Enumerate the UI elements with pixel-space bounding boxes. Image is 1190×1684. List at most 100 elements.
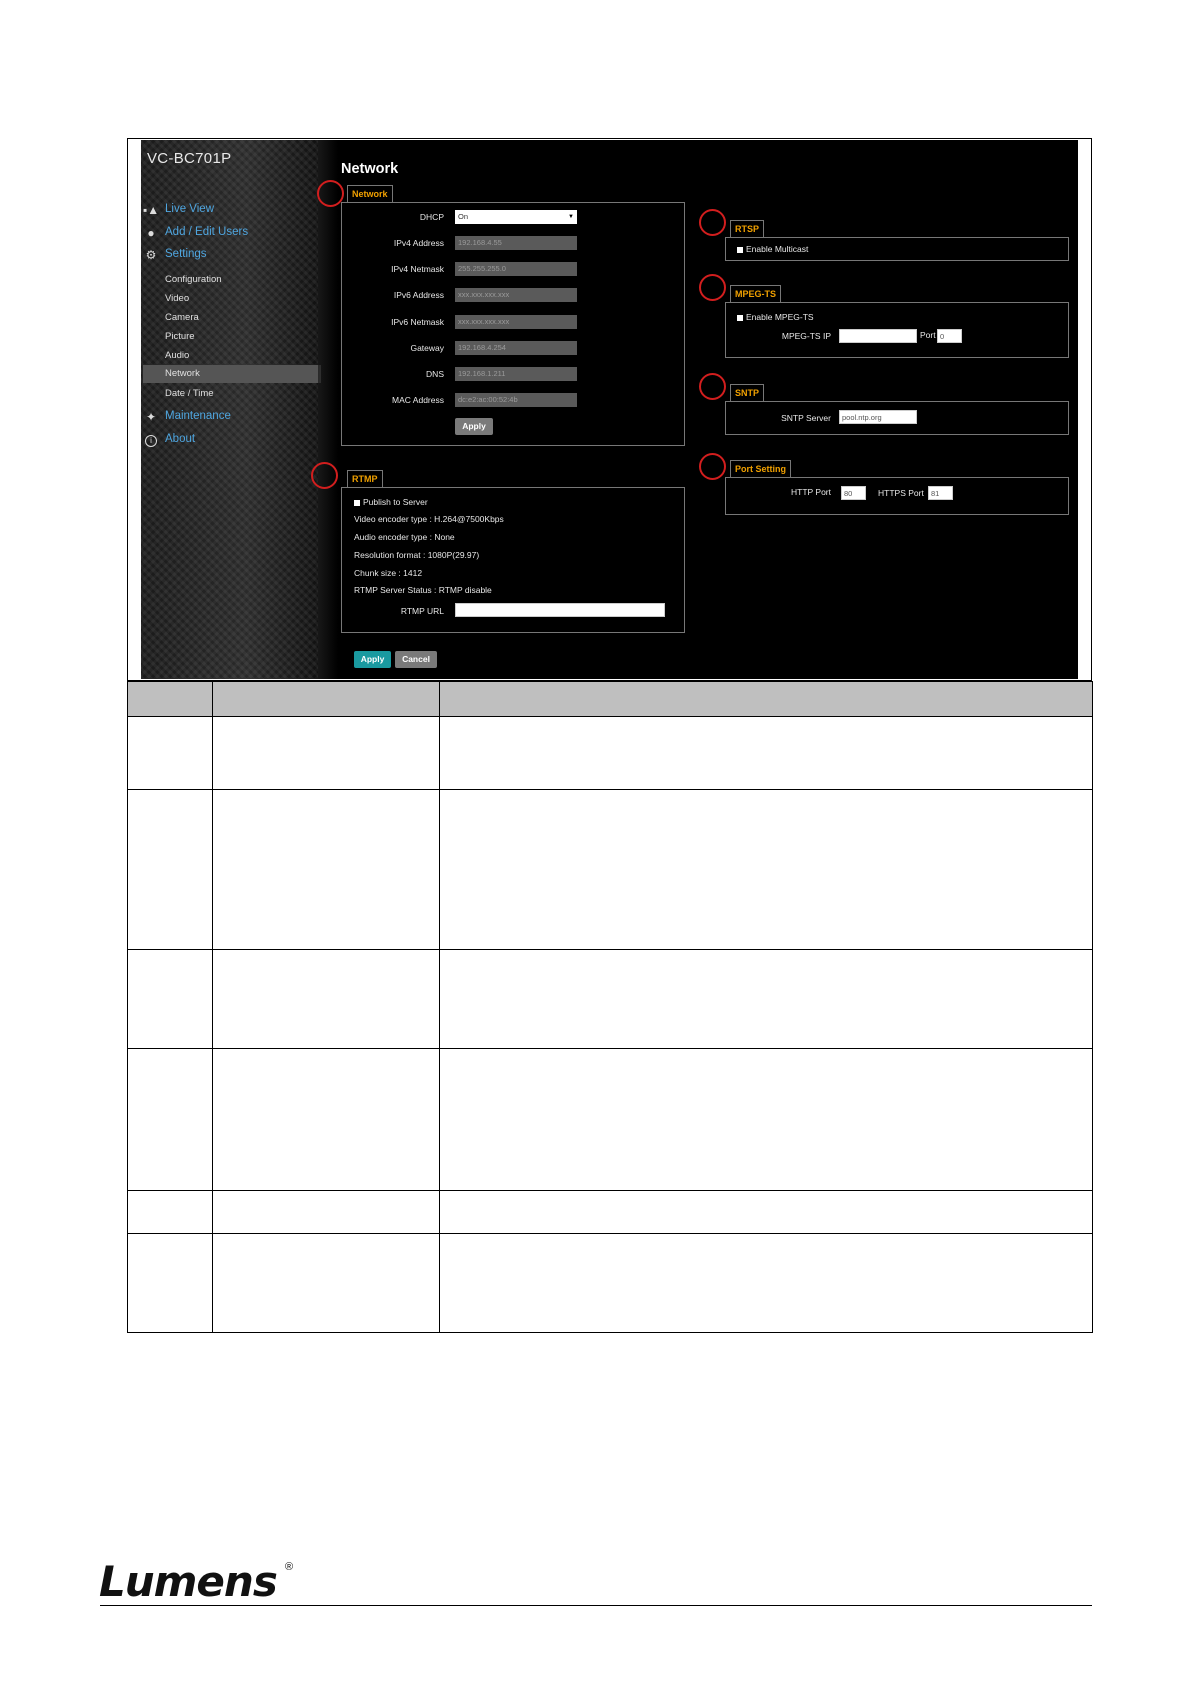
- ipv6-netmask-field[interactable]: xxx.xxx.xxx.xxx: [455, 315, 577, 329]
- web-ui-screenshot: VC-BC701P ▪▲ Live View ● Add / Edit User…: [141, 140, 1078, 679]
- tab-mpegts: MPEG-TS: [730, 285, 782, 302]
- table-header-cell: [212, 681, 440, 717]
- publish-to-server-label: Publish to Server: [363, 497, 428, 507]
- http-port-input[interactable]: 80: [841, 486, 866, 500]
- table-cell: [212, 1233, 440, 1333]
- dns-field[interactable]: 192.168.1.211: [455, 367, 577, 381]
- nav-maintenance-label: Maintenance: [165, 410, 231, 422]
- sidebar-item-picture[interactable]: Picture: [165, 331, 195, 342]
- table-cell: [212, 949, 440, 1049]
- callout-circle-1: [317, 180, 344, 207]
- enable-multicast-checkbox[interactable]: Enable Multicast: [737, 244, 808, 254]
- sidebar-item-camera[interactable]: Camera: [165, 312, 199, 323]
- chevron-down-icon: ▼: [568, 214, 574, 220]
- sntp-server-label: SNTP Server: [781, 413, 831, 423]
- ipv4-address-field[interactable]: 192.168.4.55: [455, 236, 577, 250]
- enable-mpegts-label: Enable MPEG-TS: [746, 312, 814, 322]
- mac-address-field: dc:e2:ac:00:52:4b: [455, 393, 577, 407]
- enable-mpegts-checkbox[interactable]: Enable MPEG-TS: [737, 312, 814, 322]
- chunk-size-text: Chunk size : 1412: [354, 568, 423, 578]
- https-port-input[interactable]: 81: [928, 486, 953, 500]
- table-row: [127, 949, 1093, 1049]
- dhcp-select[interactable]: On ▼: [455, 210, 577, 224]
- nav-live-view-label: Live View: [165, 203, 215, 215]
- sidebar-item-configuration[interactable]: Configuration: [165, 274, 222, 285]
- sidebar-item-date-time[interactable]: Date / Time: [165, 388, 214, 399]
- sidebar-item-network[interactable]: Network: [143, 365, 321, 383]
- ipv4-netmask-field[interactable]: 255.255.255.0: [455, 262, 577, 276]
- mpegts-ip-label: MPEG-TS IP: [781, 331, 831, 341]
- table-cell: [212, 1048, 440, 1191]
- table-cell: [127, 1233, 213, 1333]
- gear-icon: ⚙: [145, 248, 157, 262]
- table-cell: [212, 716, 440, 790]
- table-cell: [127, 949, 213, 1049]
- nav-add-edit-users[interactable]: ● Add / Edit Users: [147, 226, 249, 240]
- info-icon: i: [145, 435, 157, 447]
- table-cell: [212, 1190, 440, 1234]
- table-header-row: [127, 681, 1093, 717]
- mpegts-port-input[interactable]: 0: [937, 329, 962, 343]
- ipv6-address-label: IPv6 Address: [393, 290, 444, 300]
- ipv6-address-field[interactable]: xxx.xxx.xxx.xxx: [455, 288, 577, 302]
- table-header-cell: [439, 681, 1093, 717]
- table-row: [127, 789, 1093, 950]
- table-header-cell: [127, 681, 213, 717]
- gateway-field[interactable]: 192.168.4.254: [455, 341, 577, 355]
- dhcp-value: On: [458, 212, 469, 221]
- table-cell: [127, 1190, 213, 1234]
- nav-about[interactable]: i About: [145, 433, 196, 447]
- sidebar-item-audio[interactable]: Audio: [165, 350, 189, 361]
- callout-circle-4: [699, 274, 726, 301]
- checkbox-box: [737, 246, 743, 253]
- callout-circle-3: [699, 209, 726, 236]
- ipv4-address-label: IPv4 Address: [393, 238, 444, 248]
- tab-sntp: SNTP: [730, 384, 765, 401]
- callout-circle-5: [699, 373, 726, 400]
- cancel-button[interactable]: Cancel: [395, 651, 437, 668]
- resolution-text: Resolution format : 1080P(29.97): [354, 550, 480, 560]
- nav-maintenance[interactable]: ✦ Maintenance: [146, 410, 231, 424]
- table-cell: [127, 716, 213, 790]
- ipv6-netmask-label: IPv6 Netmask: [391, 317, 444, 327]
- camera-icon: ▪▲: [143, 203, 160, 217]
- checkbox-box: [737, 314, 743, 321]
- callout-circle-2: [311, 462, 338, 489]
- mpegts-ip-input[interactable]: [839, 329, 917, 343]
- ipv4-netmask-label: IPv4 Netmask: [391, 264, 444, 274]
- mpegts-port-label: Port: [920, 330, 936, 340]
- table-cell: [439, 1190, 1093, 1234]
- rtmp-url-input[interactable]: [455, 603, 665, 617]
- nav-live-view[interactable]: ▪▲ Live View: [143, 203, 215, 217]
- mac-address-label: MAC Address: [392, 395, 444, 405]
- table-cell: [439, 716, 1093, 790]
- http-port-label: HTTP Port: [791, 487, 831, 497]
- table-row: [127, 716, 1093, 790]
- publish-to-server-checkbox[interactable]: Publish to Server: [354, 497, 428, 507]
- video-encoder-text: Video encoder type : H.264@7500Kbps: [354, 514, 504, 524]
- nav-about-label: About: [165, 433, 196, 445]
- apply-button[interactable]: Apply: [354, 651, 391, 668]
- checkbox-box: [354, 499, 360, 506]
- tab-rtmp: RTMP: [347, 470, 383, 487]
- table-cell: [127, 789, 213, 950]
- tab-port-setting: Port Setting: [730, 460, 791, 477]
- table-cell: [127, 1048, 213, 1191]
- tab-rtsp: RTSP: [730, 220, 765, 237]
- nav-settings[interactable]: ⚙ Settings: [146, 248, 207, 262]
- lumens-logo: Lumens: [99, 1557, 278, 1606]
- sidebar-item-video[interactable]: Video: [165, 293, 189, 304]
- network-apply-button[interactable]: Apply: [455, 418, 493, 435]
- dns-label: DNS: [426, 369, 444, 379]
- description-table: [127, 681, 1093, 1333]
- table-cell: [439, 1233, 1093, 1333]
- footer-divider: [100, 1605, 1092, 1606]
- nav-add-edit-users-label: Add / Edit Users: [165, 226, 249, 238]
- table-cell: [212, 789, 440, 950]
- rtmp-url-label: RTMP URL: [400, 606, 444, 616]
- enable-multicast-label: Enable Multicast: [746, 244, 809, 254]
- table-cell: [439, 1048, 1093, 1191]
- audio-encoder-text: Audio encoder type : None: [354, 532, 455, 542]
- table-cell: [439, 949, 1093, 1049]
- sntp-server-input[interactable]: pool.ntp.org: [839, 410, 917, 424]
